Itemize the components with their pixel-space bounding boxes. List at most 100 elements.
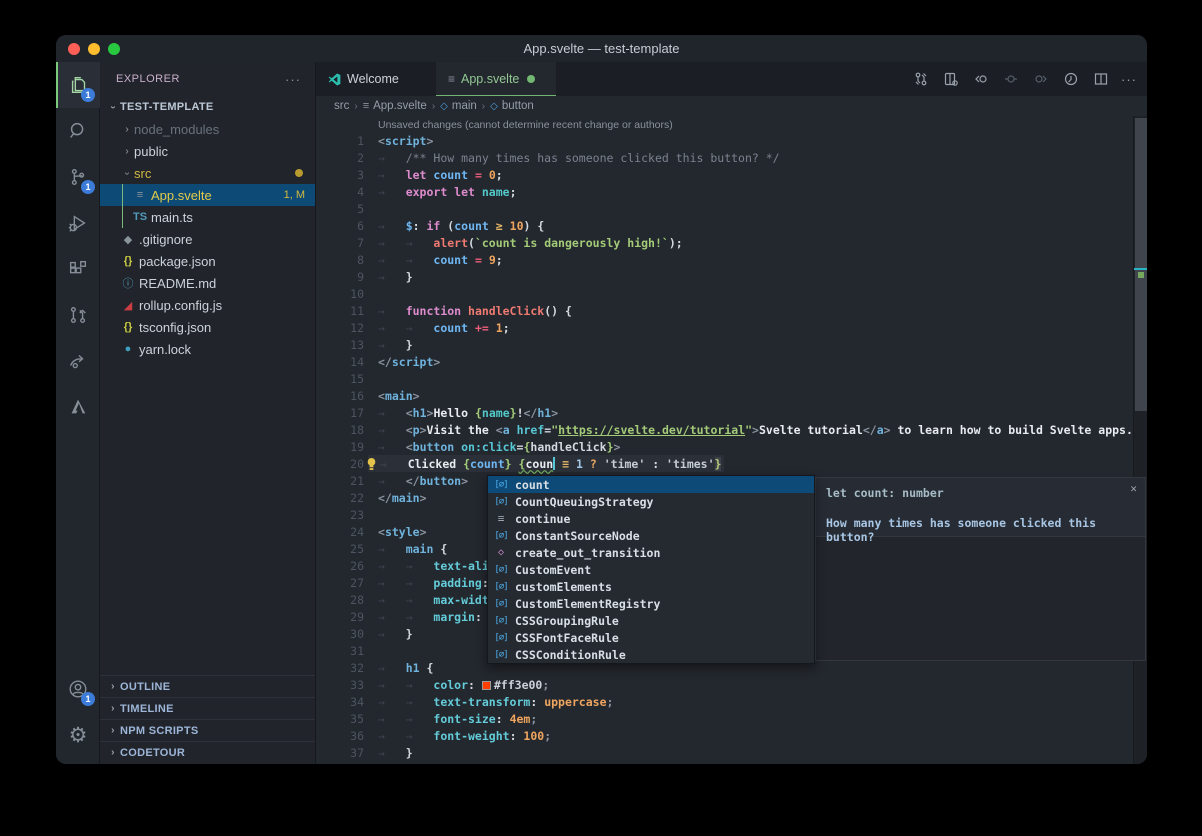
code-text: → </button> xyxy=(364,474,468,488)
line-number: 25 xyxy=(316,542,364,556)
code-line-8[interactable]: 8→ → count = 9; xyxy=(316,251,1133,268)
token xyxy=(503,219,510,233)
lightbulb-icon[interactable] xyxy=(366,457,378,471)
tree-item-package-json[interactable]: {}package.json xyxy=(100,250,315,272)
tab-whitespace-arrow: → xyxy=(378,542,406,556)
suggestion-CountQueuingStrategy[interactable]: [∅]CountQueuingStrategy xyxy=(488,493,814,510)
code-line-9[interactable]: 9→ } xyxy=(316,268,1133,285)
editor-group: Welcome ≡ App.svelte ··· src › ≡App.svelte… xyxy=(316,62,1147,764)
code-line-15[interactable]: 15 xyxy=(316,370,1133,387)
tab-welcome[interactable]: Welcome xyxy=(316,62,436,96)
tree-item-node-modules[interactable]: ›node_modules xyxy=(100,118,315,140)
tree-item-public[interactable]: ›public xyxy=(100,140,315,162)
token xyxy=(489,321,496,335)
tree-item-tsconfig-json[interactable]: {}tsconfig.json xyxy=(100,316,315,338)
tree-item-yarn-lock[interactable]: ●yarn.lock xyxy=(100,338,315,360)
modified-dot-icon[interactable] xyxy=(527,75,535,83)
token: } xyxy=(406,746,413,760)
breadcrumb-item-src[interactable]: src xyxy=(334,100,349,112)
code-line-11[interactable]: 11→ function handleClick() { xyxy=(316,302,1133,319)
tree-item--gitignore[interactable]: ◆.gitignore xyxy=(100,228,315,250)
code-editor[interactable]: Unsaved changes (cannot determine recent… xyxy=(316,116,1147,764)
tree-item-app-svelte[interactable]: ≡App.svelte1, M xyxy=(100,184,315,206)
color-swatch[interactable] xyxy=(482,681,491,690)
code-line-18[interactable]: 18→ <p>Visit the <a href="https://svelte… xyxy=(316,421,1133,438)
activity-item-source-control[interactable]: 1 xyxy=(56,154,100,200)
tree-item-readme-md[interactable]: ⓘREADME.md xyxy=(100,272,315,294)
activity-item-run-debug[interactable] xyxy=(56,200,100,246)
code-line-2[interactable]: 2→ /** How many times has someone clicke… xyxy=(316,149,1133,166)
code-line-19[interactable]: 19→ <button on:click={handleClick}> xyxy=(316,438,1133,455)
suggestion-customElements[interactable]: [∅]customElements xyxy=(488,578,814,595)
activity-item-explorer[interactable]: 1 xyxy=(56,62,100,108)
open-preview-icon[interactable] xyxy=(941,69,961,89)
sidebar-section-outline[interactable]: ›OUTLINE xyxy=(100,675,315,697)
code-line-4[interactable]: 4→ export let name; xyxy=(316,183,1133,200)
code-line-6[interactable]: 6→ $: if (count ≥ 10) { xyxy=(316,217,1133,234)
file-history-icon[interactable] xyxy=(1061,69,1081,89)
code-line-3[interactable]: 3→ let count = 0; xyxy=(316,166,1133,183)
code-line-20[interactable]: 20→ Clicked {count} {coun ≡ 1 ? 'time' :… xyxy=(316,455,1133,472)
suggestion-CSSConditionRule[interactable]: [∅]CSSConditionRule xyxy=(488,646,814,663)
tree-root-test-template[interactable]: › TEST-TEMPLATE xyxy=(100,96,315,118)
breadcrumb-item-button[interactable]: ◇button xyxy=(490,100,534,112)
sidebar-section-codetour[interactable]: ›CODETOUR xyxy=(100,741,315,763)
activity-item-search[interactable] xyxy=(56,108,100,154)
token: ? xyxy=(590,457,597,471)
tab-whitespace-arrow: → xyxy=(378,474,406,488)
tab-app-svelte[interactable]: ≡ App.svelte xyxy=(436,62,556,96)
code-line-34[interactable]: 34→ → text-transform: uppercase; xyxy=(316,693,1133,710)
code-line-33[interactable]: 33→ → color: #ff3e00; xyxy=(316,676,1133,693)
code-line-37[interactable]: 37→ } xyxy=(316,744,1133,761)
activity-item-settings[interactable]: ⚙ xyxy=(56,712,100,758)
open-changes-icon[interactable] xyxy=(911,69,931,89)
scrollbar-thumb[interactable] xyxy=(1135,118,1147,411)
activity-item-azure[interactable] xyxy=(56,384,100,430)
previous-change-icon[interactable] xyxy=(971,69,991,89)
suggestion-CustomEvent[interactable]: [∅]CustomEvent xyxy=(488,561,814,578)
suggestion-continue[interactable]: ≡continue xyxy=(488,510,814,527)
code-line-12[interactable]: 12→ → count += 1; xyxy=(316,319,1133,336)
code-line-1[interactable]: 1<script> xyxy=(316,132,1133,149)
suggestion-CSSFontFaceRule[interactable]: [∅]CSSFontFaceRule xyxy=(488,629,814,646)
suggestion-count[interactable]: [∅]count xyxy=(488,476,814,493)
code-line-7[interactable]: 7→ → alert(`count is dangerously high!`)… xyxy=(316,234,1133,251)
explorer-more-actions-icon[interactable]: ··· xyxy=(285,72,301,87)
code-line-10[interactable]: 10 xyxy=(316,285,1133,302)
code-text: → } xyxy=(364,746,413,760)
sidebar-section-timeline[interactable]: ›TIMELINE xyxy=(100,697,315,719)
suggestion-CSSGroupingRule[interactable]: [∅]CSSGroupingRule xyxy=(488,612,814,629)
file-label: App.svelte xyxy=(151,188,212,203)
code-line-5[interactable]: 5 xyxy=(316,200,1133,217)
breadcrumb-item-app-svelte[interactable]: ≡App.svelte xyxy=(363,100,427,112)
sidebar-section-npm-scripts[interactable]: ›NPM SCRIPTS xyxy=(100,719,315,741)
breadcrumb-separator: › xyxy=(432,101,435,112)
activity-item-accounts[interactable]: 1 xyxy=(56,666,100,712)
token: ≡ xyxy=(555,457,569,471)
current-change-icon[interactable] xyxy=(1001,69,1021,89)
activity-item-live-share[interactable] xyxy=(56,338,100,384)
code-line-35[interactable]: 35→ → font-size: 4em; xyxy=(316,710,1133,727)
split-editor-icon[interactable] xyxy=(1091,69,1111,89)
suggestion-CustomElementRegistry[interactable]: [∅]CustomElementRegistry xyxy=(488,595,814,612)
suggestion-create_out_transition[interactable]: ◇create_out_transition xyxy=(488,544,814,561)
code-line-17[interactable]: 17→ <h1>Hello {name}!</h1> xyxy=(316,404,1133,421)
explorer-sidebar: EXPLORER ··· › TEST-TEMPLATE ›node_modul… xyxy=(100,62,316,764)
tree-item-src[interactable]: ›src xyxy=(100,162,315,184)
code-line-16[interactable]: 16<main> xyxy=(316,387,1133,404)
next-change-icon[interactable] xyxy=(1031,69,1051,89)
token: padding xyxy=(433,576,481,590)
code-line-14[interactable]: 14</script> xyxy=(316,353,1133,370)
activity-item-github-pull-requests[interactable] xyxy=(56,292,100,338)
line-number: 1 xyxy=(316,134,364,148)
tree-item-main-ts[interactable]: TSmain.ts xyxy=(100,206,315,228)
tree-item-rollup-config-js[interactable]: ◢rollup.config.js xyxy=(100,294,315,316)
code-text: → h1 { xyxy=(364,661,433,675)
suggestion-ConstantSourceNode[interactable]: [∅]ConstantSourceNode xyxy=(488,527,814,544)
activity-item-extensions[interactable] xyxy=(56,246,100,292)
more-actions-icon[interactable]: ··· xyxy=(1121,72,1137,87)
breadcrumb-item-main[interactable]: ◇main xyxy=(440,100,477,112)
close-icon[interactable]: ✕ xyxy=(1130,482,1137,495)
code-line-36[interactable]: 36→ → font-weight: 100; xyxy=(316,727,1133,744)
code-line-13[interactable]: 13→ } xyxy=(316,336,1133,353)
